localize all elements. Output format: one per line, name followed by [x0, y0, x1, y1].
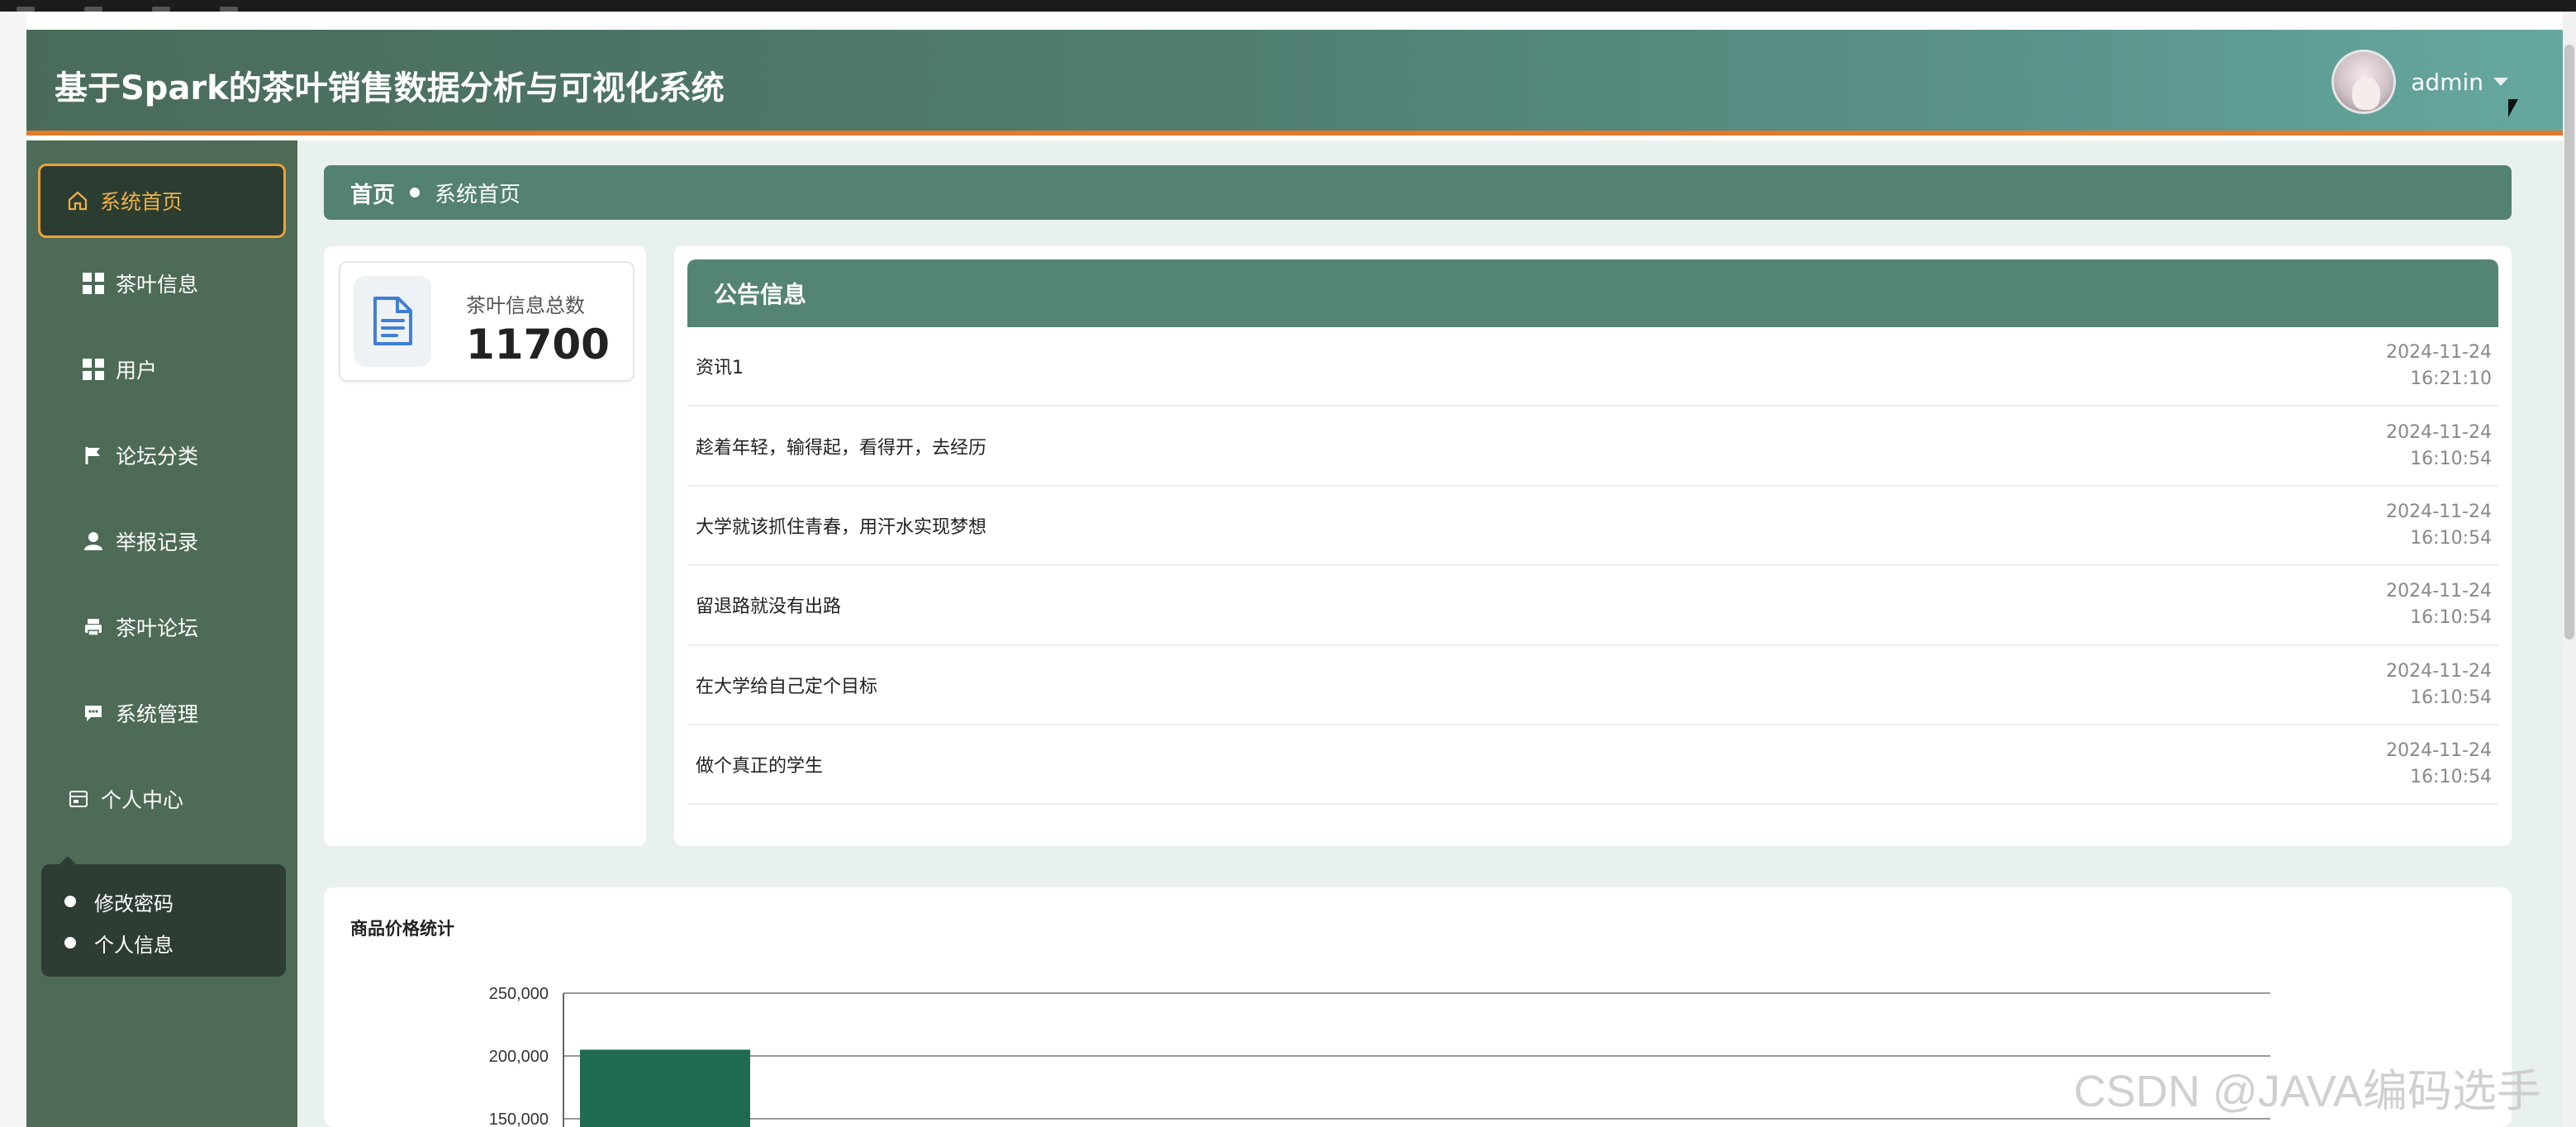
user-name[interactable]: admin	[2411, 69, 2483, 96]
notice-title[interactable]: 趁着年轻，输得起，看得开，去经历	[696, 433, 986, 459]
bullet-icon	[64, 896, 76, 907]
sidebar-item-label: 举报记录	[116, 530, 199, 554]
sidebar-item-label: 茶叶信息	[116, 273, 199, 297]
notice-date: 2024-11-24	[2386, 660, 2492, 682]
stat-panel: 茶叶信息总数 11700	[324, 246, 646, 846]
notice-timestamp: 2024-11-24 16:21:10	[2386, 340, 2492, 392]
notice-panel: 公告信息 资讯1 2024-11-24 16:21:10 趁着年轻，输得起，看得开…	[674, 246, 2512, 846]
notice-title[interactable]: 做个真正的学生	[696, 751, 823, 777]
sidebar-item-label: 系统管理	[116, 702, 199, 726]
breadcrumb: 首页 系统首页	[324, 165, 2512, 220]
submenu-item-change-password[interactable]: 修改密码	[41, 881, 286, 922]
notice-date: 2024-11-24	[2386, 581, 2492, 602]
sidebar-item-tea-info[interactable]: 茶叶信息	[41, 246, 286, 321]
notice-title[interactable]: 留退路就没有出路	[696, 592, 841, 618]
notice-row[interactable]: 资讯1 2024-11-24 16:21:10	[687, 327, 2498, 407]
system-title: 基于Spark的茶叶销售数据分析与可视化系统	[55, 69, 725, 107]
stat-icon-box	[354, 276, 431, 367]
user-icon	[84, 532, 102, 550]
page-scrollbar[interactable]	[2563, 12, 2576, 1127]
sidebar-item-users[interactable]: 用户	[41, 332, 286, 407]
y-tick-label: 200,000	[489, 1048, 549, 1066]
avatar[interactable]	[2331, 50, 2397, 114]
notice-timestamp: 2024-11-24 16:10:54	[2386, 578, 2492, 631]
submenu-item-personal-info[interactable]: 个人信息	[41, 922, 286, 963]
stat-card-tea-total: 茶叶信息总数 11700	[339, 261, 634, 382]
notice-time: 16:10:54	[2410, 448, 2492, 469]
home-icon	[68, 191, 88, 211]
sidebar-item-label: 茶叶论坛	[116, 616, 199, 640]
sidebar-item-label: 个人中心	[101, 788, 184, 812]
chart-bar[interactable]	[580, 1049, 750, 1127]
top-header: 基于Spark的茶叶销售数据分析与可视化系统 admin	[26, 30, 2563, 136]
document-icon	[373, 297, 412, 345]
notice-title[interactable]: 大学就该抓住青春，用汗水实现梦想	[696, 512, 986, 539]
notice-time: 16:10:54	[2410, 527, 2492, 549]
notice-date: 2024-11-24	[2386, 342, 2492, 364]
browser-tab-fragments	[17, 0, 238, 12]
notice-timestamp: 2024-11-24 16:10:54	[2386, 499, 2492, 552]
sidebar-item-label: 论坛分类	[116, 445, 199, 468]
stat-label: 茶叶信息总数	[466, 294, 585, 317]
sidebar-item-tea-forum[interactable]: 茶叶论坛	[41, 590, 286, 664]
stat-value: 11700	[466, 321, 610, 369]
notice-time: 16:10:54	[2410, 767, 2492, 788]
sidebar-item-personal-center[interactable]: 个人中心	[41, 762, 286, 836]
user-menu[interactable]: admin	[2331, 50, 2508, 114]
notice-title[interactable]: 资讯1	[696, 353, 744, 379]
notice-list: 资讯1 2024-11-24 16:21:10 趁着年轻，输得起，看得开，去经历 …	[687, 327, 2498, 806]
y-tick-label: 250,000	[489, 985, 549, 1003]
notice-date: 2024-11-24	[2386, 740, 2492, 762]
notice-date: 2024-11-24	[2386, 421, 2492, 443]
notice-row[interactable]: 大学就该抓住青春，用汗水实现梦想 2024-11-24 16:10:54	[687, 487, 2498, 567]
notice-timestamp: 2024-11-24 16:10:54	[2386, 738, 2492, 791]
print-icon	[85, 619, 102, 636]
notice-timestamp: 2024-11-24 16:10:54	[2386, 659, 2492, 711]
card-icon	[69, 791, 88, 807]
breadcrumb-separator-icon	[410, 188, 420, 197]
sidebar-item-forum-category[interactable]: 论坛分类	[41, 418, 286, 492]
scrollbar-thumb[interactable]	[2564, 45, 2574, 640]
caret-down-icon[interactable]	[2493, 78, 2508, 86]
notice-row[interactable]: 趁着年轻，输得起，看得开，去经历 2024-11-24 16:10:54	[687, 407, 2498, 487]
notice-panel-title: 公告信息	[687, 259, 2498, 327]
chat-icon	[85, 706, 102, 721]
breadcrumb-home-link[interactable]: 首页	[350, 177, 395, 209]
grid-icon	[83, 359, 104, 380]
flag-icon	[85, 447, 100, 464]
notice-row[interactable]: 留退路就没有出路 2024-11-24 16:10:54	[687, 566, 2498, 646]
watermark: CSDN @JAVA编码选手	[2074, 1067, 2541, 1116]
sidebar: 系统首页 茶叶信息 用户 论坛分类 举报记录 茶叶论坛 系统管理 个人中心 修改…	[26, 140, 297, 1127]
sidebar-item-home[interactable]: 系统首页	[38, 164, 286, 238]
bullet-icon	[64, 937, 76, 949]
submenu-item-label: 个人信息	[94, 933, 173, 957]
y-tick-label: 150,000	[489, 1110, 549, 1127]
notice-row[interactable]: 做个真正的学生 2024-11-24 16:10:54	[687, 725, 2498, 806]
sidebar-item-label: 系统首页	[100, 190, 183, 214]
personal-center-submenu: 修改密码 个人信息	[41, 856, 286, 977]
sidebar-item-system-admin[interactable]: 系统管理	[41, 676, 286, 750]
breadcrumb-current: 系统首页	[435, 182, 521, 207]
notice-date: 2024-11-24	[2386, 501, 2492, 522]
notice-time: 16:10:54	[2410, 607, 2492, 629]
notice-time: 16:10:54	[2410, 687, 2492, 708]
mouse-cursor-icon	[2508, 99, 2518, 117]
page-left-edge	[0, 12, 26, 1127]
notice-title[interactable]: 在大学给自己定个目标	[696, 672, 877, 698]
grid-icon	[83, 273, 104, 294]
notice-row[interactable]: 在大学给自己定个目标 2024-11-24 16:10:54	[687, 646, 2498, 725]
notice-time: 16:21:10	[2410, 369, 2492, 390]
sidebar-item-report-records[interactable]: 举报记录	[41, 504, 286, 578]
notice-timestamp: 2024-11-24 16:10:54	[2386, 420, 2492, 473]
sidebar-item-label: 用户	[116, 359, 158, 383]
browser-top-strip	[0, 0, 2576, 12]
submenu-item-label: 修改密码	[94, 892, 173, 915]
